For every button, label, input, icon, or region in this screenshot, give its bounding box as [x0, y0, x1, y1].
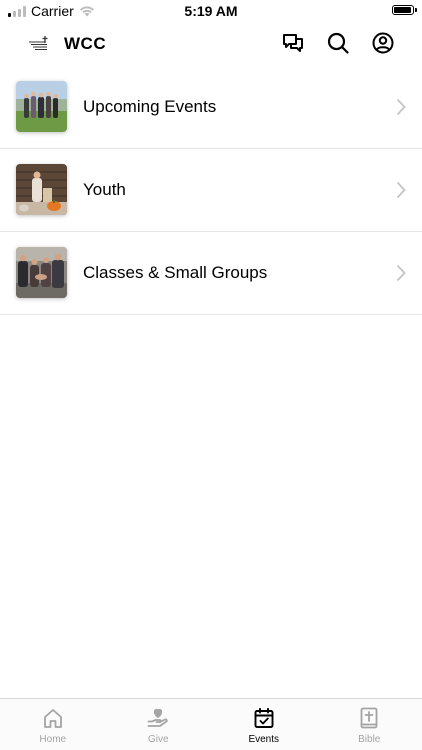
list-item-classes-small-groups[interactable]: Classes & Small Groups	[0, 232, 422, 315]
account-icon[interactable]	[372, 32, 394, 54]
chevron-right-icon	[396, 264, 406, 282]
list-item-youth[interactable]: Youth	[0, 149, 422, 232]
battery-icon	[392, 5, 417, 15]
list-item-label: Classes & Small Groups	[83, 263, 268, 282]
list-item-upcoming-events[interactable]: Upcoming Events	[0, 66, 422, 149]
tab-label: Bible	[358, 734, 381, 745]
status-time: 5:19 AM	[184, 3, 238, 19]
collection-list: Upcoming Events Youth Classes & Small Gr…	[0, 66, 422, 315]
tab-label: Give	[147, 734, 169, 745]
chevron-right-icon	[396, 98, 406, 116]
app-title: WCC	[64, 34, 107, 53]
chevron-right-icon	[396, 181, 406, 199]
tab-events[interactable]: Events	[211, 699, 317, 750]
home-icon	[43, 709, 62, 728]
youth-thumbnail	[16, 164, 67, 215]
classes-small-groups-thumbnail	[16, 247, 67, 298]
upcoming-events-thumbnail	[16, 81, 67, 132]
tab-label: Home	[39, 734, 67, 745]
tab-give[interactable]: Give	[106, 699, 212, 750]
search-icon[interactable]	[327, 32, 349, 54]
calendar-check-icon	[254, 707, 274, 728]
list-item-label: Youth	[83, 180, 126, 199]
status-bar: Carrier 5:19 AM	[0, 0, 422, 22]
church-logo-icon	[29, 36, 48, 50]
tab-bible[interactable]: Bible	[317, 699, 422, 750]
list-item-label: Upcoming Events	[83, 97, 217, 116]
chat-bubbles-icon[interactable]	[282, 32, 304, 54]
tab-label: Events	[248, 734, 280, 745]
app-header: WCC	[0, 22, 422, 66]
app-screen: Carrier 5:19 AM WCC Upcoming Events Yout…	[0, 0, 422, 750]
tab-home[interactable]: Home	[0, 699, 106, 750]
bible-icon	[360, 707, 378, 729]
header-actions	[282, 32, 394, 54]
give-icon	[147, 708, 168, 727]
battery-fill	[394, 7, 411, 13]
tab-bar: Home Give Events Bible	[0, 698, 422, 750]
